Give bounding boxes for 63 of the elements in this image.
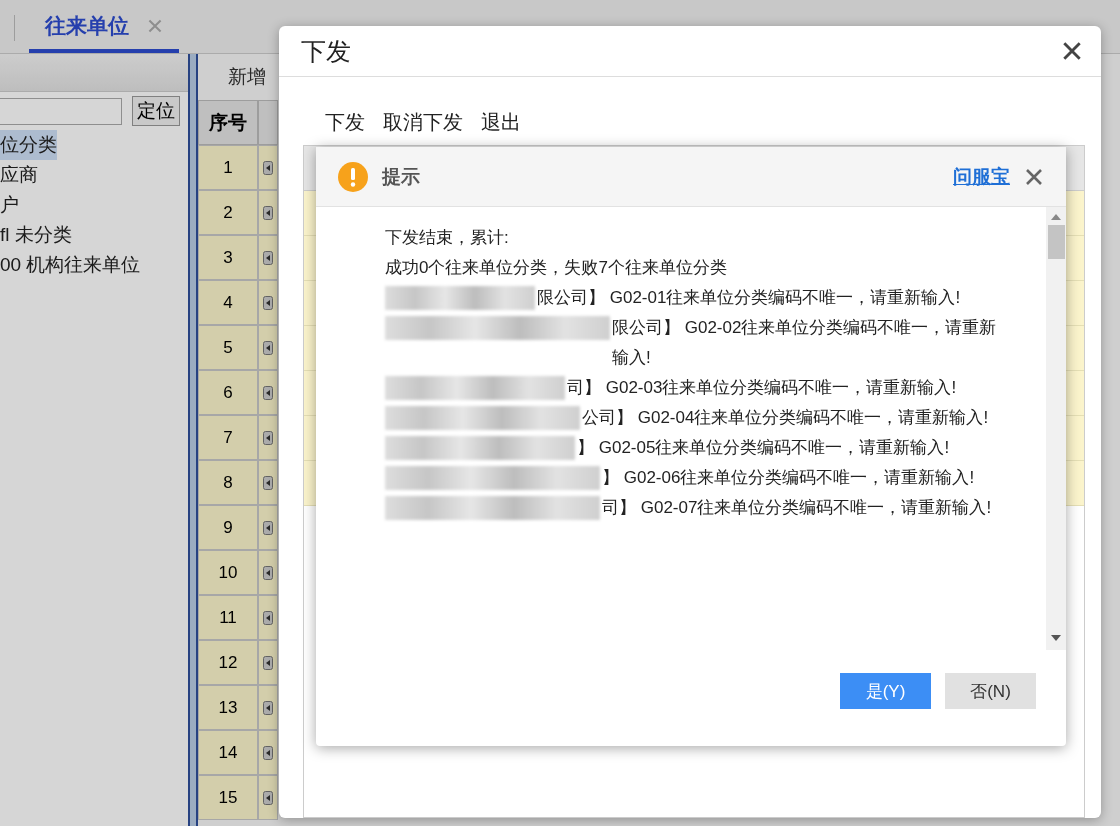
dropdown-icon[interactable] bbox=[263, 655, 273, 670]
scrollbar-thumb[interactable] bbox=[1047, 225, 1065, 259]
dropdown-icon[interactable] bbox=[263, 340, 273, 355]
dropdown-icon[interactable] bbox=[263, 745, 273, 760]
locate-button[interactable]: 定位 bbox=[132, 96, 180, 126]
message-line: 限公司】 G02-02往来单位分类编码不唯一，请重新输入! bbox=[612, 317, 998, 369]
dropdown-icon[interactable] bbox=[263, 430, 273, 445]
dropdown-icon[interactable] bbox=[263, 385, 273, 400]
table-cell: 9 bbox=[198, 505, 258, 550]
tree-item[interactable]: 应商 bbox=[0, 160, 38, 190]
message-line: 成功0个往来单位分类，失败7个往来单位分类 bbox=[385, 257, 728, 279]
dropdown-icon[interactable] bbox=[263, 700, 273, 715]
dropdown-icon[interactable] bbox=[263, 610, 273, 625]
close-icon[interactable] bbox=[1061, 40, 1083, 62]
dropdown-icon[interactable] bbox=[263, 475, 273, 490]
scroll-down-icon[interactable] bbox=[1051, 634, 1061, 642]
scroll-up-icon[interactable] bbox=[1051, 213, 1061, 221]
dropdown-icon[interactable] bbox=[263, 520, 273, 535]
splitter[interactable] bbox=[188, 54, 198, 826]
dropdown-icon[interactable] bbox=[263, 160, 273, 175]
toolbar-button[interactable]: 下发 bbox=[325, 109, 365, 145]
toolbar-button[interactable]: 新增 bbox=[228, 64, 266, 90]
table-cell: 8 bbox=[198, 460, 258, 505]
dialog-button[interactable]: 否(N) bbox=[945, 673, 1036, 709]
help-link[interactable]: 问服宝 bbox=[953, 163, 1010, 190]
table-cell: 7 bbox=[198, 415, 258, 460]
table-cell: 5 bbox=[198, 325, 258, 370]
scrollbar[interactable] bbox=[1046, 207, 1066, 650]
table-cell: 14 bbox=[198, 730, 258, 775]
message-line: 司】 G02-07往来单位分类编码不唯一，请重新输入! bbox=[602, 497, 992, 519]
toolbar-button[interactable]: 取消下发 bbox=[383, 109, 463, 145]
message-line: 】 G02-05往来单位分类编码不唯一，请重新输入! bbox=[577, 437, 950, 459]
tree-item[interactable]: 位分类 bbox=[0, 130, 57, 160]
dropdown-icon[interactable] bbox=[263, 250, 273, 265]
table-cell: 1 bbox=[198, 145, 258, 190]
message-line: 公司】 G02-04往来单位分类编码不唯一，请重新输入! bbox=[582, 407, 989, 429]
table-cell: 10 bbox=[198, 550, 258, 595]
toolbar-button[interactable]: 退出 bbox=[481, 109, 521, 145]
table-cell: 13 bbox=[198, 685, 258, 730]
dialog-title: 下发 bbox=[301, 35, 351, 67]
table-cell: 15 bbox=[198, 775, 258, 820]
table-cell: 11 bbox=[198, 595, 258, 640]
message-line: 司】 G02-03往来单位分类编码不唯一，请重新输入! bbox=[567, 377, 957, 399]
search-field[interactable] bbox=[0, 97, 122, 125]
message-line: 限公司】 G02-01往来单位分类编码不唯一，请重新输入! bbox=[537, 287, 961, 309]
message-line: 下发结束，累计: bbox=[385, 227, 510, 249]
table-cell: 12 bbox=[198, 640, 258, 685]
column-header: 序号 bbox=[198, 100, 258, 145]
table-cell: 6 bbox=[198, 370, 258, 415]
tree-item[interactable]: fl 未分类 bbox=[0, 220, 72, 250]
table-cell: 2 bbox=[198, 190, 258, 235]
table-cell: 4 bbox=[198, 280, 258, 325]
tree-item[interactable]: 00 机构往来单位 bbox=[0, 250, 141, 280]
close-icon[interactable] bbox=[1024, 166, 1044, 187]
warning-icon bbox=[338, 161, 368, 192]
dropdown-icon[interactable] bbox=[263, 295, 273, 310]
dropdown-icon[interactable] bbox=[263, 205, 273, 220]
tree-item[interactable]: 户 bbox=[0, 190, 19, 220]
dropdown-icon[interactable] bbox=[263, 790, 273, 805]
table-cell: 3 bbox=[198, 235, 258, 280]
message-line: 】 G02-06往来单位分类编码不唯一，请重新输入! bbox=[602, 467, 975, 489]
dropdown-icon[interactable] bbox=[263, 565, 273, 580]
dialog-title: 提示 bbox=[382, 164, 421, 189]
